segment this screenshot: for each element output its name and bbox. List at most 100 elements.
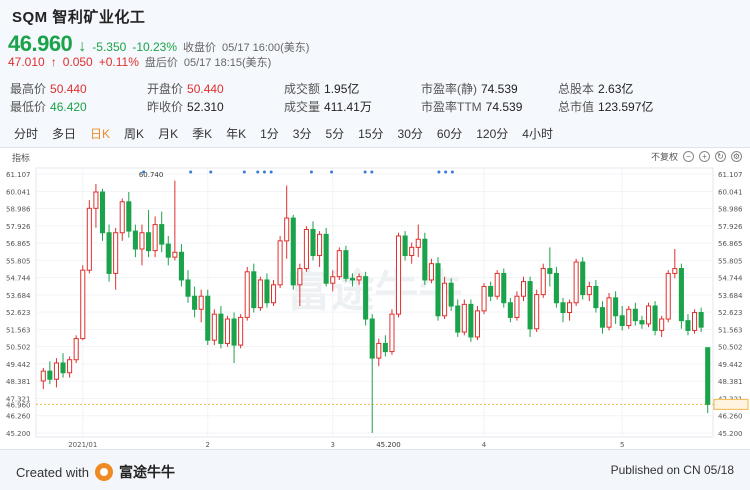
tab-3[interactable]: 周K <box>124 125 144 142</box>
x-tick-label: 4 <box>482 441 487 449</box>
y-tick-label-left: 55.805 <box>6 257 31 265</box>
candle-body <box>402 235 408 257</box>
candle-body <box>586 285 592 296</box>
event-dot <box>242 170 246 174</box>
candle-body <box>60 362 66 374</box>
tab-10[interactable]: 15分 <box>358 125 383 142</box>
stat-label: 市盈率(静) <box>421 82 477 96</box>
close-time: 05/17 16:00(美东) <box>222 42 310 54</box>
candle-body <box>639 320 645 325</box>
stat-high: 最高价 50.440 <box>10 80 147 98</box>
candle-body <box>382 342 388 353</box>
tab-12[interactable]: 60分 <box>437 125 462 142</box>
indicator-button[interactable]: 指标 <box>12 151 30 164</box>
event-dot <box>370 170 374 174</box>
candle-body <box>80 269 86 340</box>
quote-header: SQM 智利矿业化工 46.960 ↓ -5.350 -10.23% 收盘价 0… <box>0 0 750 150</box>
candle-body <box>428 263 434 281</box>
stat-label: 最低价 <box>10 100 47 114</box>
y-tick-label-right: 50.502 <box>718 344 743 352</box>
y-tick-label-right: 51.563 <box>718 326 743 334</box>
candle-body <box>297 268 303 286</box>
tab-5[interactable]: 季K <box>192 125 212 142</box>
candle-body <box>356 276 362 281</box>
candle-body <box>47 370 53 380</box>
zoom-out-icon[interactable]: − <box>683 151 694 162</box>
tab-11[interactable]: 30分 <box>398 125 423 142</box>
tab-9[interactable]: 5分 <box>325 125 344 142</box>
candle-body <box>619 315 625 327</box>
y-tick-label-left: 50.502 <box>6 344 31 352</box>
candle-body <box>514 295 520 318</box>
y-tick-label-right: 60.041 <box>718 188 743 196</box>
tab-1[interactable]: 多日 <box>52 125 76 142</box>
candle-body <box>363 276 369 320</box>
y-tick-label-left: 46.960 <box>6 401 31 409</box>
period-tabs: 分时 多日 日K 周K 月K 季K 年K 1分 3分 5分 15分 30分 60分 120分 4小时 <box>14 125 567 142</box>
tab-8[interactable]: 3分 <box>293 125 312 142</box>
candle-body <box>599 307 605 328</box>
zoom-in-icon[interactable]: + <box>699 151 710 162</box>
brand-name: 富途牛牛 <box>118 464 175 480</box>
stat-market-cap: 总市值 123.597亿 <box>558 98 695 116</box>
candle-body <box>264 279 270 304</box>
y-tick-label-right: 52.623 <box>718 309 743 317</box>
candle-body <box>435 263 441 317</box>
event-dot <box>209 170 213 174</box>
candle-body <box>665 272 671 320</box>
y-tick-label-left: 52.623 <box>6 309 31 317</box>
candle-body <box>553 272 559 304</box>
candle-body <box>231 318 237 346</box>
candle-body <box>422 238 428 281</box>
candle-body <box>442 282 448 317</box>
candle-body <box>317 233 323 257</box>
candle-body <box>290 217 296 286</box>
candle-body <box>53 362 59 380</box>
stat-value: 411.41万 <box>324 100 372 114</box>
candle-body <box>520 281 527 297</box>
y-tick-label-right: 58.986 <box>718 206 743 214</box>
stock-title: SQM 智利矿业化工 <box>12 9 146 26</box>
stat-value: 2.63亿 <box>598 82 634 96</box>
tab-0[interactable]: 分时 <box>14 125 38 142</box>
y-tick-label-right: 57.926 <box>718 223 743 231</box>
after-hours-time: 05/17 18:15(美东) <box>183 57 272 69</box>
stat-prev-close: 昨收价 52.310 <box>147 98 284 116</box>
y-tick-label-left: 51.563 <box>6 326 31 334</box>
candle-body <box>67 359 73 374</box>
stats-row: 最高价 50.440 开盘价 50.440 成交额 1.95亿 市盈率(静) 74.53… <box>10 80 740 98</box>
extreme-annotation: 45.200 <box>376 441 401 449</box>
y-tick-label-left: 58.986 <box>6 206 31 214</box>
y-tick-label-left: 45.200 <box>6 430 31 438</box>
candle-body <box>448 282 454 307</box>
arrow-up-icon: ↑ <box>50 55 57 69</box>
y-tick-label-right: 53.684 <box>718 292 743 300</box>
price-change-pct: -10.23% <box>132 40 178 54</box>
kline-chart[interactable]: 富途牛牛 61.107 61.107 60.041 60.041 58.986 58.986… <box>0 147 750 450</box>
candle-body <box>567 302 573 314</box>
stat-low: 最低价 46.420 <box>10 98 147 116</box>
adjust-selector[interactable]: 不复权 <box>651 150 678 163</box>
tab-7[interactable]: 1分 <box>260 125 279 142</box>
candle-body <box>132 230 138 250</box>
reset-icon[interactable]: ↻ <box>715 151 726 162</box>
created-with-label: Created with <box>16 464 89 480</box>
tab-2[interactable]: 日K <box>90 125 110 142</box>
y-tick-label-left: 57.926 <box>6 223 31 231</box>
candle-body <box>205 295 211 341</box>
settings-icon[interactable]: ⚙ <box>731 151 742 162</box>
candle-body <box>409 246 415 257</box>
tab-13[interactable]: 120分 <box>476 125 508 142</box>
candle-body <box>468 303 474 338</box>
tab-14[interactable]: 4小时 <box>522 125 553 142</box>
candle-body <box>580 261 586 296</box>
tab-6[interactable]: 年K <box>226 125 246 142</box>
candle-body <box>573 261 579 304</box>
stat-value: 1.95亿 <box>324 82 360 96</box>
candle-body <box>389 313 395 353</box>
candle-body <box>238 316 244 346</box>
candle-body <box>685 320 691 331</box>
tab-4[interactable]: 月K <box>158 125 178 142</box>
last-price-tag <box>713 398 749 410</box>
candle-body <box>198 295 204 310</box>
